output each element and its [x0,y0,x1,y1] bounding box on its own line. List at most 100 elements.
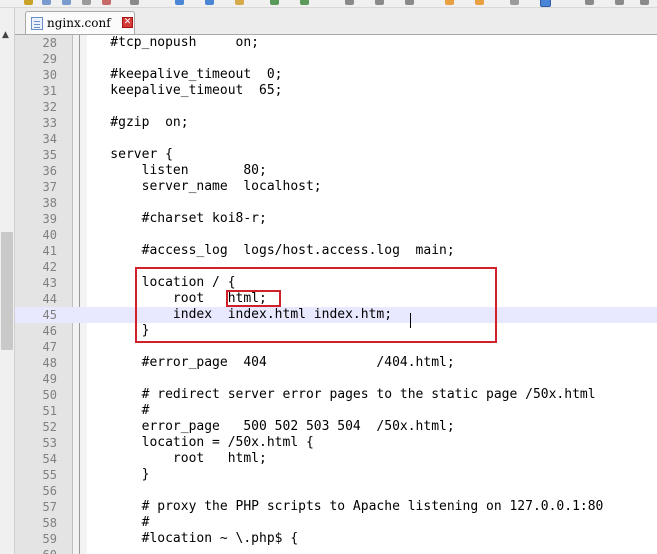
code-line[interactable]: 37 server_name localhost; [15,179,657,195]
code-text[interactable]: # proxy the PHP scripts to Apache listen… [79,499,604,515]
code-text[interactable]: # [79,515,150,531]
tab-bar: nginx.conf ✕ [15,8,657,35]
zoom-icon[interactable] [405,0,414,5]
line-number: 59 [42,532,57,546]
line-number: 43 [42,276,57,290]
code-line[interactable]: 48 #error_page 404 /404.html; [15,355,657,371]
code-line[interactable]: 28 #tcp_nopush on; [15,35,657,51]
left-panel-scrollbar-thumb[interactable] [1,232,13,350]
save-icon[interactable] [42,0,51,5]
cut-icon[interactable] [175,0,184,5]
tab-label: nginx.conf [47,16,111,30]
code-line[interactable]: 59 #location ~ \.php$ { [15,531,657,547]
line-number: 33 [42,116,57,130]
line-number: 35 [42,148,57,162]
code-text[interactable]: root html; [79,451,267,467]
save-all-icon[interactable] [62,0,71,5]
code-line[interactable]: 36 listen 80; [15,163,657,179]
code-line[interactable]: 41 #access_log logs/host.access.log main… [15,243,657,259]
undo-icon[interactable] [270,0,279,5]
code-line[interactable]: 34 [15,131,657,147]
line-number: 56 [42,484,57,498]
close-file-icon[interactable] [82,0,91,5]
code-line[interactable]: 32 [15,99,657,115]
record-macro-icon[interactable] [585,0,594,5]
code-text[interactable]: #gzip on; [79,115,188,131]
code-line[interactable]: 38 [15,195,657,211]
code-text[interactable]: # [79,403,150,419]
line-number: 28 [42,36,57,50]
line-number: 38 [42,196,57,210]
toolbar [0,0,657,8]
line-number: 34 [42,132,57,146]
code-line[interactable]: 53 location = /50x.html { [15,435,657,451]
code-line[interactable]: 49 [15,371,657,387]
wrap-icon[interactable] [475,0,484,5]
sync-scroll-icon[interactable] [445,0,454,5]
code-line[interactable]: 51 # [15,403,657,419]
line-number: 57 [42,500,57,514]
line-number: 40 [42,228,57,242]
close-tab-icon[interactable]: ✕ [122,17,133,28]
code-line[interactable]: 58 # [15,515,657,531]
play-macro-icon[interactable] [615,0,624,5]
line-number: 60 [15,547,57,554]
code-text[interactable]: listen 80; [79,163,267,179]
tab-nginx-conf[interactable]: nginx.conf ✕ [25,11,135,34]
line-number: 36 [42,164,57,178]
code-line[interactable]: 60 [15,547,657,554]
line-number: 50 [42,388,57,402]
code-text[interactable]: # redirect server error pages to the sta… [79,387,596,403]
code-text[interactable]: server_name localhost; [79,179,322,195]
line-number: 29 [42,52,57,66]
line-number: 55 [42,468,57,482]
code-text[interactable]: server { [79,147,173,163]
code-text[interactable]: } [79,467,150,483]
code-line[interactable]: 54 root html; [15,451,657,467]
line-number: 54 [42,452,57,466]
find-icon[interactable] [345,0,354,5]
paste-icon[interactable] [235,0,244,5]
code-line[interactable]: 33 #gzip on; [15,115,657,131]
indent-guide-icon[interactable] [510,0,519,5]
run-macro-icon[interactable] [640,0,649,5]
line-number: 47 [42,340,57,354]
code-text[interactable]: #error_page 404 /404.html; [79,355,455,371]
line-number: 39 [42,212,57,226]
copy-icon[interactable] [205,0,214,5]
code-text[interactable]: #location ~ \.php$ { [79,531,299,547]
line-number: 31 [42,84,57,98]
close-all-icon[interactable] [102,0,111,5]
scroll-up-arrow-icon[interactable]: ▲ [2,31,9,40]
code-text[interactable]: #charset koi8-r; [79,211,267,227]
root-html-highlight [226,290,281,307]
show-all-chars-icon[interactable] [540,0,551,7]
line-number: 48 [42,356,57,370]
code-text[interactable]: #tcp_nopush on; [79,35,259,51]
code-line[interactable]: 50 # redirect server error pages to the … [15,387,657,403]
code-line[interactable]: 30 #keepalive_timeout 0; [15,67,657,83]
code-text[interactable]: location = /50x.html { [79,435,314,451]
code-line[interactable]: 29 [15,51,657,67]
line-number: 49 [42,372,57,386]
code-line[interactable]: 40 [15,227,657,243]
code-line[interactable]: 35 server { [15,147,657,163]
code-text[interactable]: keepalive_timeout 65; [79,83,282,99]
redo-icon[interactable] [300,0,309,5]
replace-icon[interactable] [375,0,384,5]
code-text[interactable]: error_page 500 502 503 504 /50x.html; [79,419,455,435]
code-line[interactable]: 55 } [15,467,657,483]
document-icon [31,17,43,30]
left-panel: ▲ [0,8,15,554]
code-text[interactable]: #access_log logs/host.access.log main; [79,243,455,259]
open-file-icon[interactable] [24,0,33,5]
code-line[interactable]: 39 #charset koi8-r; [15,211,657,227]
code-line[interactable]: 57 # proxy the PHP scripts to Apache lis… [15,499,657,515]
code-line[interactable]: 56 [15,483,657,499]
line-number: 51 [42,404,57,418]
code-line[interactable]: 52 error_page 500 502 503 504 /50x.html; [15,419,657,435]
code-editor[interactable]: 28 #tcp_nopush on; 29 30 #keepalive_timeou… [15,35,657,554]
code-text[interactable]: #keepalive_timeout 0; [79,67,282,83]
print-icon[interactable] [130,0,139,5]
code-line[interactable]: 31 keepalive_timeout 65; [15,83,657,99]
